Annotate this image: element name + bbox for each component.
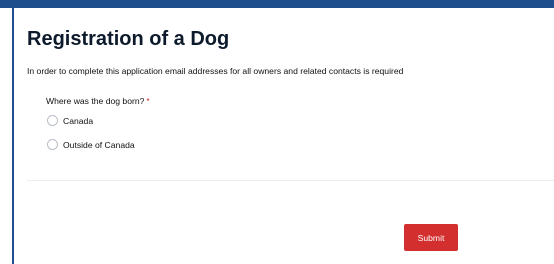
- radio-option-canada[interactable]: Canada: [47, 115, 93, 126]
- required-marker: *: [146, 96, 150, 106]
- radio-label-canada: Canada: [63, 115, 94, 126]
- radio-button-canada[interactable]: [47, 115, 58, 126]
- form-page: Registration of a Dog In order to comple…: [0, 0, 554, 264]
- top-border: [0, 0, 554, 8]
- left-border: [12, 8, 14, 264]
- question-label: Where was the dog born? *: [46, 96, 150, 106]
- page-title: Registration of a Dog: [27, 28, 230, 50]
- radio-label-outside-canada: Outside of Canada: [63, 139, 135, 150]
- radio-option-outside-canada[interactable]: Outside of Canada: [47, 139, 135, 150]
- submit-button[interactable]: Submit: [404, 224, 458, 251]
- intro-text: In order to complete this application em…: [27, 66, 404, 76]
- question-text: Where was the dog born?: [46, 96, 145, 106]
- radio-button-outside-canada[interactable]: [47, 139, 58, 150]
- section-divider: [27, 180, 554, 181]
